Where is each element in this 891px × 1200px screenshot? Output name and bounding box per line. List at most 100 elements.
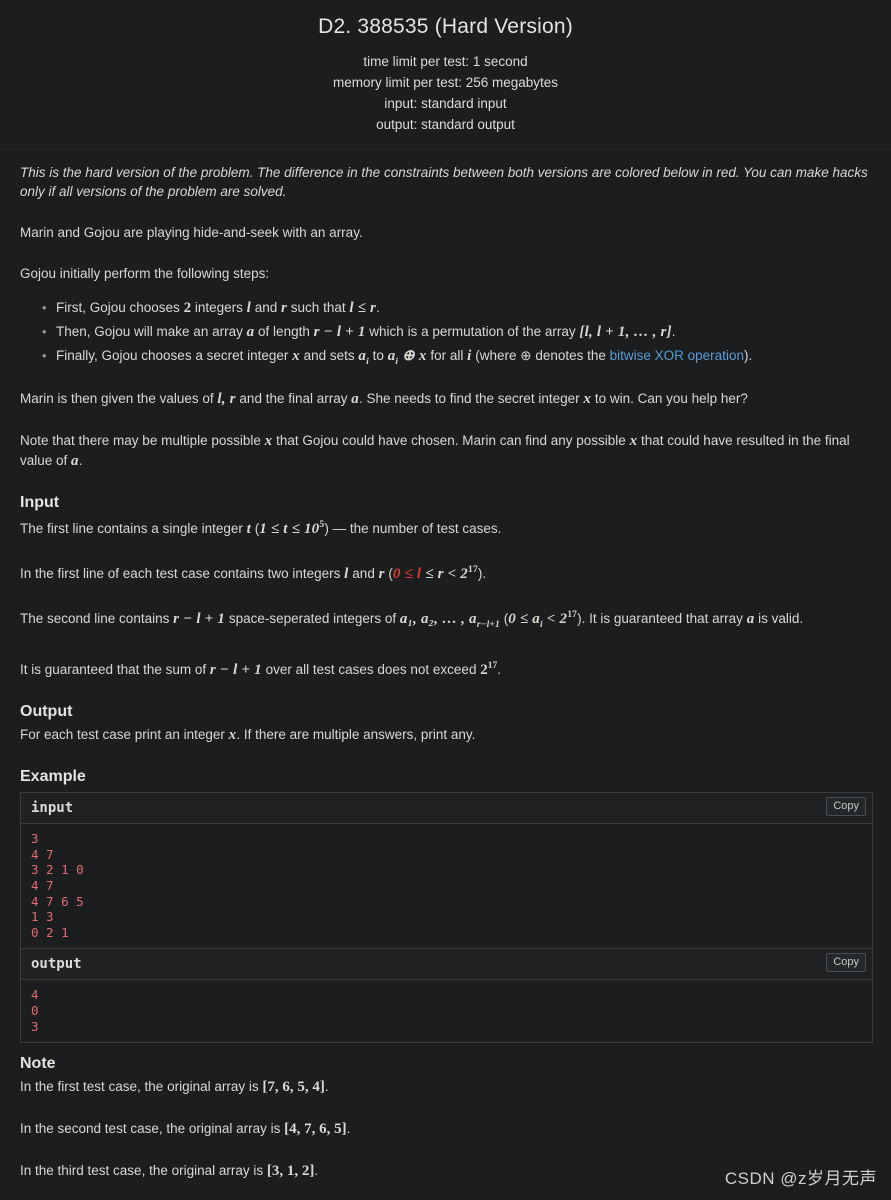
input-l3-b: space-seperated integers of: [225, 611, 400, 627]
example-section-heading: Example: [20, 768, 86, 786]
note-text-4: .: [78, 453, 83, 469]
copy-input-button[interactable]: Copy: [826, 797, 866, 817]
step3-text-5: to: [368, 348, 388, 364]
step2-text-7: .: [671, 324, 676, 340]
input-t-range: 1 ≤ t ≤ 105: [259, 520, 325, 538]
steps-list: First, Gojou chooses 2 integers l and r …: [20, 294, 873, 378]
sample-input-label: input: [31, 800, 74, 817]
note3-array: [3, 1, 2]: [266, 1163, 315, 1180]
note1-array: [7, 6, 5, 4]: [262, 1079, 325, 1096]
input-l2-c: (: [384, 566, 393, 582]
note-section-heading: Note: [20, 1055, 56, 1073]
input-sum-expr: r − l + 1: [209, 662, 262, 679]
paragraph-marin-given: Marin is then given the values of l, r a…: [20, 378, 873, 420]
list-item: Then, Gojou will make an array a of leng…: [42, 320, 873, 344]
input-l3-a: The second line contains: [20, 611, 174, 627]
list-item: Finally, Gojou chooses a secret integer …: [42, 344, 873, 374]
sample-output-text: 4 0 3: [21, 980, 872, 1043]
problem-statement: This is the hard version of the problem.…: [0, 150, 891, 1200]
marin-given-3: . She needs to find the secret integer: [358, 391, 584, 407]
input-l4-b: over all test cases does not exceed: [261, 662, 481, 678]
output-text-a: For each test case print an integer: [20, 727, 229, 743]
sample-test-box: input Copy 3 4 7 3 2 1 0 4 7 4 7 6 5 1 3…: [20, 792, 873, 1044]
sample-output-header: output Copy: [21, 948, 872, 981]
marin-given-1: Marin is then given the values of: [20, 391, 218, 407]
marin-given-a: a: [351, 391, 359, 408]
note-case-1: In the first test case, the original arr…: [20, 1075, 873, 1108]
step3-ai-1: ai: [358, 348, 369, 368]
input-section-heading: Input: [20, 494, 60, 512]
input-l2-d: ).: [477, 566, 487, 582]
step1-text-1: First, Gojou chooses: [56, 300, 184, 316]
step1-text-9: .: [376, 300, 380, 316]
input-sum-bound: 217: [480, 661, 498, 679]
note2-text-a: In the second test case, the original ar…: [20, 1121, 285, 1137]
input-length-expr: r − l + 1: [173, 611, 226, 628]
input-l3-d: ). It is guaranteed that array: [577, 611, 747, 627]
input-ai-range: 0 ≤ ai < 217: [508, 610, 578, 631]
sample-input-header: input Copy: [21, 793, 872, 825]
note-text-2: that Gojou could have chosen. Marin can …: [272, 433, 630, 449]
input-spec: input: standard input: [384, 96, 507, 112]
output-line-1: For each test case print an integer x. I…: [20, 723, 873, 756]
step2-array-range: [l, l + 1, … , r]: [579, 324, 672, 341]
output-text-b: . If there are multiple answers, print a…: [236, 727, 476, 743]
input-line-1: The first line contains a single integer…: [20, 514, 873, 550]
note-a: a: [71, 453, 79, 470]
input-array-elems: a₁, a₂, … , ar−l+1: [399, 611, 500, 631]
input-line-4: It is guaranteed that the sum of r − l +…: [20, 646, 873, 691]
sample-output-label: output: [31, 956, 82, 973]
step1-text-3: integers: [191, 300, 247, 316]
input-line-2: In the first line of each test case cont…: [20, 550, 873, 595]
step1-count: 2: [183, 300, 192, 317]
hard-version-notice: This is the hard version of the problem.…: [20, 165, 868, 200]
note1-text-a: In the first test case, the original arr…: [20, 1079, 263, 1095]
step1-text-5: and: [250, 300, 281, 316]
time-limit: time limit per test: 1 second: [363, 54, 528, 70]
step3-text-11: ).: [743, 348, 753, 364]
note1-text-b: .: [324, 1079, 329, 1095]
bitwise-xor-link[interactable]: bitwise XOR operation: [610, 348, 744, 363]
marin-given-x: x: [583, 391, 592, 408]
step1-text-7: such that: [287, 300, 350, 316]
input-constraint-rest: ≤ r < 217: [421, 565, 478, 583]
note2-array: [4, 7, 6, 5]: [284, 1121, 347, 1138]
step3-text-1: Finally, Gojou chooses a secret integer: [56, 348, 293, 364]
step3-ai-xor-x: ai ⊕ x: [387, 348, 427, 368]
step1-constraint: l ≤ r: [349, 300, 377, 317]
input-line-3: The second line contains r − l + 1 space…: [20, 595, 873, 646]
step3-text-9: (where ⊕ denotes the: [471, 348, 610, 364]
marin-given-2: and the final array: [235, 391, 352, 407]
input-l3-e: is valid.: [754, 611, 804, 627]
note3-text-b: .: [314, 1163, 319, 1179]
page-title: D2. 388535 (Hard Version): [318, 15, 573, 38]
input-l1-a: The first line contains a single integer: [20, 521, 247, 537]
csdn-watermark: CSDN @z岁月无声: [724, 1169, 877, 1189]
step3-text-7: for all: [426, 348, 468, 364]
output-section-heading: Output: [20, 703, 73, 721]
input-l2-a: In the first line of each test case cont…: [20, 566, 345, 582]
paragraph-multiple-x-note: Note that there may be multiple possible…: [20, 420, 873, 482]
input-l3-c: (: [500, 611, 509, 627]
step2-text-1: Then, Gojou will make an array: [56, 324, 247, 340]
note2-text-b: .: [346, 1121, 351, 1137]
copy-output-button[interactable]: Copy: [826, 953, 866, 973]
step3-text-3: and sets: [299, 348, 359, 364]
note-text-1: Note that there may be multiple possible: [20, 433, 265, 449]
input-l1-b: (: [251, 521, 260, 537]
paragraph-steps-lead: Gojou initially perform the following st…: [20, 266, 270, 282]
input-constraint-red: 0 ≤ l: [392, 566, 422, 583]
step2-length-expr: r − l + 1: [313, 324, 366, 341]
step2-text-5: which is a permutation of the array: [365, 324, 580, 340]
input-l1-c: ) — the number of test cases.: [324, 521, 502, 537]
memory-limit: memory limit per test: 256 megabytes: [332, 75, 559, 91]
problem-header: D2. 388535 (Hard Version) time limit per…: [0, 0, 891, 148]
note-case-2: In the second test case, the original ar…: [20, 1108, 873, 1150]
list-item: First, Gojou chooses 2 integers l and r …: [42, 296, 873, 320]
step3-var-x: x: [292, 348, 300, 365]
note3-text-a: In the third test case, the original arr…: [20, 1163, 267, 1179]
sample-input-text: 3 4 7 3 2 1 0 4 7 4 7 6 5 1 3 0 2 1: [21, 824, 872, 949]
input-l2-b: and: [348, 566, 379, 582]
input-l4-a: It is guaranteed that the sum of: [20, 662, 210, 678]
sample-tests: input Copy 3 4 7 3 2 1 0 4 7 4 7 6 5 1 3…: [20, 788, 873, 1044]
